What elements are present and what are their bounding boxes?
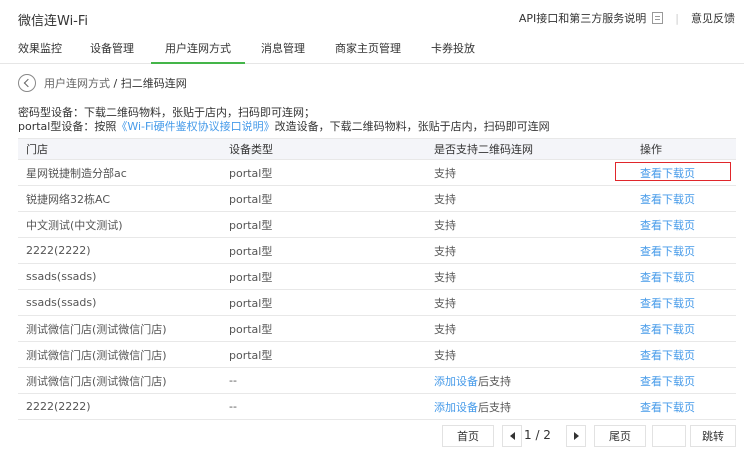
view-download-page-link[interactable]: 查看下载页 [640, 394, 695, 419]
header-action: 操作 [640, 143, 662, 156]
device-type: -- [229, 374, 237, 387]
qr-support: 支持 [434, 348, 456, 362]
tab-effect-monitor[interactable]: 效果监控 [18, 34, 62, 64]
store-name: 测试微信门店(测试微信门店) [26, 348, 167, 362]
table-row: 测试微信门店(测试微信门店) portal型 支持 查看下载页 [18, 316, 736, 342]
qr-support: 支持 [434, 270, 456, 284]
view-download-page-link[interactable]: 查看下载页 [640, 264, 695, 289]
tab-user-connect-method[interactable]: 用户连网方式 [151, 34, 245, 64]
support-suffix: 后支持 [478, 400, 511, 414]
header-device-type: 设备类型 [229, 143, 273, 156]
view-download-page-link[interactable]: 查看下载页 [640, 342, 695, 367]
prev-page-button[interactable] [502, 425, 522, 447]
table-row: 2222(2222) portal型 支持 查看下载页 [18, 238, 736, 264]
highlight-box [615, 162, 731, 181]
store-name: ssads(ssads) [26, 296, 97, 309]
device-type: portal型 [229, 192, 273, 206]
table-row: 中文测试(中文测试) portal型 支持 查看下载页 [18, 212, 736, 238]
triangle-left-icon [509, 432, 515, 440]
next-page-button[interactable] [566, 425, 586, 447]
qr-support: 添加设备 后支持 [434, 368, 511, 393]
table-row: 锐捷网络32栋AC portal型 支持 查看下载页 [18, 186, 736, 212]
tab-coupon-delivery[interactable]: 卡券投放 [431, 34, 475, 64]
main-tabs: 效果监控 设备管理 用户连网方式 消息管理 商家主页管理 卡券投放 [0, 34, 744, 64]
add-device-link[interactable]: 添加设备 [434, 373, 478, 389]
store-name: 锐捷网络32栋AC [26, 192, 111, 206]
table-row: 测试微信门店(测试微信门店) -- 添加设备 后支持 查看下载页 [18, 368, 736, 394]
breadcrumb-current: 扫二维码连网 [120, 77, 187, 90]
store-name: ssads(ssads) [26, 270, 97, 283]
view-download-page-link[interactable]: 查看下载页 [640, 316, 695, 341]
store-name: 2222(2222) [26, 244, 91, 257]
table-row: ssads(ssads) portal型 支持 查看下载页 [18, 290, 736, 316]
table-row: 星网锐捷制造分部ac portal型 支持 查看下载页 [18, 160, 736, 186]
breadcrumb-parent[interactable]: 用户连网方式 [44, 75, 110, 91]
view-download-page-link[interactable]: 查看下载页 [640, 238, 695, 263]
support-suffix: 后支持 [478, 374, 511, 388]
api-docs-link[interactable]: API接口和第三方服务说明 [519, 10, 646, 26]
header-qr-support: 是否支持二维码连网 [434, 143, 533, 156]
top-bar: 微信连Wi-Fi API接口和第三方服务说明 | 意见反馈 [0, 0, 744, 34]
description-line-2: portal型设备：按照《Wi-Fi硬件鉴权协议接口说明》改造设备，下载二维码物… [18, 118, 550, 134]
store-table: 门店 设备类型 是否支持二维码连网 操作 星网锐捷制造分部ac portal型 … [18, 138, 736, 420]
store-name: 2222(2222) [26, 400, 91, 413]
page-indicator: 1 / 2 [524, 428, 551, 442]
tab-device-management[interactable]: 设备管理 [90, 34, 134, 64]
device-type: portal型 [229, 218, 273, 232]
device-type: portal型 [229, 244, 273, 258]
add-device-link[interactable]: 添加设备 [434, 399, 478, 415]
qr-support: 支持 [434, 296, 456, 310]
description-suffix: 改造设备，下载二维码物料，张贴于店内，扫码即可连网 [274, 120, 550, 133]
store-name: 星网锐捷制造分部ac [26, 166, 127, 180]
triangle-right-icon [573, 432, 579, 440]
jump-button[interactable]: 跳转 [690, 425, 736, 447]
table-row: ssads(ssads) portal型 支持 查看下载页 [18, 264, 736, 290]
store-name: 测试微信门店(测试微信门店) [26, 322, 167, 336]
device-type: portal型 [229, 296, 273, 310]
qr-support: 添加设备 后支持 [434, 394, 511, 419]
document-icon[interactable] [652, 12, 664, 24]
back-arrow-icon[interactable] [18, 74, 36, 92]
device-type: portal型 [229, 348, 273, 362]
qr-support: 支持 [434, 218, 456, 232]
qr-support: 支持 [434, 244, 456, 258]
view-download-page-link[interactable]: 查看下载页 [640, 212, 695, 237]
first-page-button[interactable]: 首页 [442, 425, 494, 447]
protocol-docs-link[interactable]: 《Wi-Fi硬件鉴权协议接口说明》 [116, 120, 274, 133]
breadcrumb: 用户连网方式 / 扫二维码连网 [18, 74, 187, 92]
header-store: 门店 [26, 143, 48, 156]
qr-support: 支持 [434, 192, 456, 206]
table-row: 2222(2222) -- 添加设备 后支持 查看下载页 [18, 394, 736, 420]
tab-merchant-homepage[interactable]: 商家主页管理 [335, 34, 401, 64]
tab-message-management[interactable]: 消息管理 [261, 34, 305, 64]
device-type: portal型 [229, 270, 273, 284]
view-download-page-link[interactable]: 查看下载页 [640, 186, 695, 211]
breadcrumb-divider: / [110, 76, 121, 90]
table-row: 测试微信门店(测试微信门店) portal型 支持 查看下载页 [18, 342, 736, 368]
device-type: portal型 [229, 166, 273, 180]
last-page-button[interactable]: 尾页 [594, 425, 646, 447]
qr-support: 支持 [434, 166, 456, 180]
view-download-page-link[interactable]: 查看下载页 [640, 290, 695, 315]
description-prefix: portal型设备：按照 [18, 120, 117, 133]
separator: | [675, 11, 679, 25]
qr-support: 支持 [434, 322, 456, 336]
store-name: 中文测试(中文测试) [26, 218, 123, 232]
top-right-links: API接口和第三方服务说明 | 意见反馈 [519, 10, 735, 26]
table-header: 门店 设备类型 是否支持二维码连网 操作 [18, 138, 736, 160]
device-type: -- [229, 400, 237, 413]
store-name: 测试微信门店(测试微信门店) [26, 374, 167, 388]
feedback-link[interactable]: 意见反馈 [691, 10, 735, 26]
app-title: 微信连Wi-Fi [18, 14, 89, 29]
view-download-page-link[interactable]: 查看下载页 [640, 368, 695, 393]
device-type: portal型 [229, 322, 273, 336]
page-jump-input[interactable] [652, 425, 686, 447]
